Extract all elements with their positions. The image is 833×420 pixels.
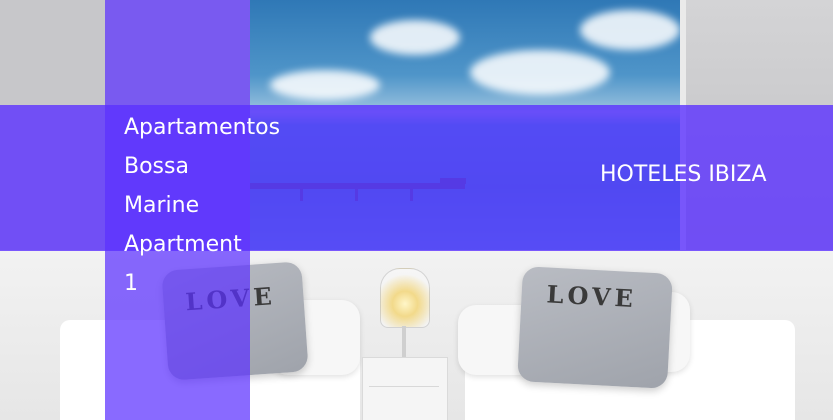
- title-line: 1: [124, 271, 138, 296]
- cloud: [470, 50, 610, 95]
- cloud: [270, 70, 380, 100]
- love-pillow-right: LOVE: [517, 266, 673, 389]
- title-line: Marine: [124, 193, 200, 218]
- title-line: Apartamentos: [124, 115, 281, 140]
- nightstand: [362, 357, 448, 420]
- pillow-text: LOVE: [545, 279, 638, 314]
- title-line: Apartment: [124, 232, 242, 257]
- cloud: [580, 10, 680, 50]
- hotel-title[interactable]: Apartamentos Bossa Marine Apartment 1: [124, 108, 324, 303]
- title-line: Bossa: [124, 154, 189, 179]
- lamp-icon: [380, 268, 430, 328]
- cloud: [370, 20, 460, 55]
- nightstand-drawer: [369, 386, 439, 417]
- lamp-stem: [402, 326, 406, 358]
- brand-label[interactable]: HOTELES IBIZA: [600, 160, 767, 190]
